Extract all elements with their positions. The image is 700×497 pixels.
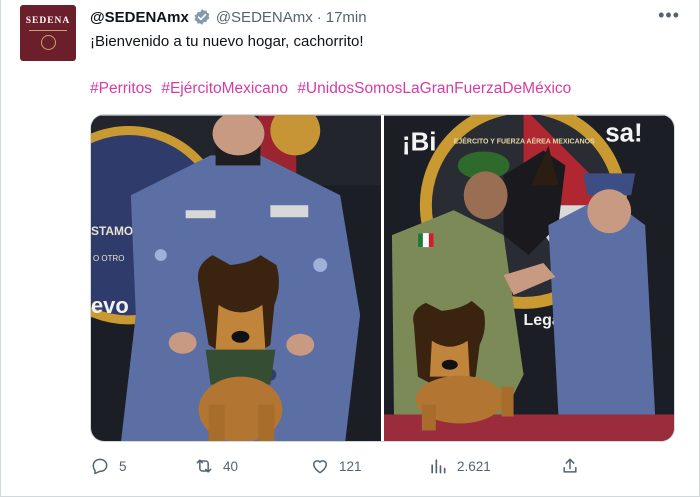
tweet-header: @SEDENAmx @SEDENAmx · 17min	[90, 7, 367, 27]
backdrop-text: sa!	[605, 119, 642, 147]
more-options-icon[interactable]: •••	[658, 6, 680, 24]
verified-badge-icon	[194, 9, 210, 25]
reply-icon	[92, 458, 108, 475]
views-chart-icon	[431, 459, 446, 474]
views-count: 2.621	[457, 458, 491, 474]
hashtag-line: #Perritos #EjércitoMexicano #UnidosSomos…	[90, 80, 576, 98]
heart-icon	[313, 460, 327, 474]
avatar-seal-icon	[40, 35, 56, 50]
like-button[interactable]: 121	[310, 456, 362, 476]
hashtag-link[interactable]: #UnidosSomosLaGranFuerzaDeMéxico	[297, 80, 571, 97]
repost-icon	[196, 459, 212, 473]
reply-count: 5	[119, 458, 127, 474]
backdrop-text: O OTRO	[93, 254, 124, 263]
share-icon	[563, 458, 577, 473]
like-count: 121	[339, 458, 362, 474]
author-handle[interactable]: @SEDENAmx	[216, 9, 313, 26]
views-button[interactable]: 2.621	[428, 456, 491, 476]
photo-handshake-with-puppy[interactable]: ¡Bi sa! EJÉRCITO Y FUERZA AÉREA MEXICANO…	[383, 115, 674, 442]
avatar-divider	[29, 30, 67, 31]
repost-button[interactable]: 40	[194, 456, 238, 476]
avatar-wordmark: SEDENA	[25, 16, 71, 26]
backdrop-text: evo	[91, 293, 129, 318]
reply-button[interactable]: 5	[90, 456, 127, 476]
hashtag-link[interactable]: #EjércitoMexicano	[161, 80, 288, 97]
separator-dot: ·	[316, 8, 322, 26]
backdrop-text: EJÉRCITO Y FUERZA AÉREA MEXICANOS	[454, 136, 595, 145]
tweet-text: ¡Bienvenido a tu nuevo hogar, cachorrito…	[90, 33, 364, 50]
media-grid: STAMOS O OTRO evo ¡Bi sa! EJÉRCITO Y FUE…	[90, 114, 675, 442]
author-name[interactable]: @SEDENAmx	[90, 9, 189, 26]
share-button[interactable]	[560, 456, 580, 476]
post-time[interactable]: 17min	[326, 9, 367, 26]
photo-officer-with-puppy[interactable]: STAMOS O OTRO evo	[91, 115, 381, 442]
repost-count: 40	[223, 458, 239, 474]
backdrop-text: ¡Bi	[402, 128, 437, 156]
hashtag-link[interactable]: #Perritos	[90, 80, 152, 97]
action-bar: 5 40 121 2.621	[90, 456, 590, 480]
avatar[interactable]: SEDENA	[20, 5, 76, 61]
